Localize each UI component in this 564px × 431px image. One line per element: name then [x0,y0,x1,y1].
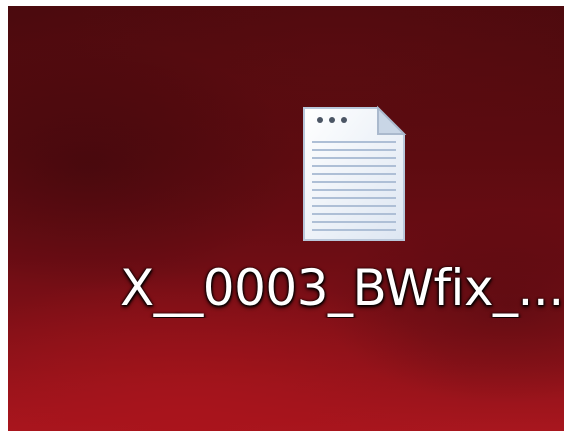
text-file-icon[interactable] [298,104,410,244]
desktop-file-shortcut[interactable]: X__0003_BWfix_... [120,98,564,338]
file-label[interactable]: X__0003_BWfix_... [120,258,564,318]
desktop-background: X__0003_BWfix_... [8,6,564,431]
